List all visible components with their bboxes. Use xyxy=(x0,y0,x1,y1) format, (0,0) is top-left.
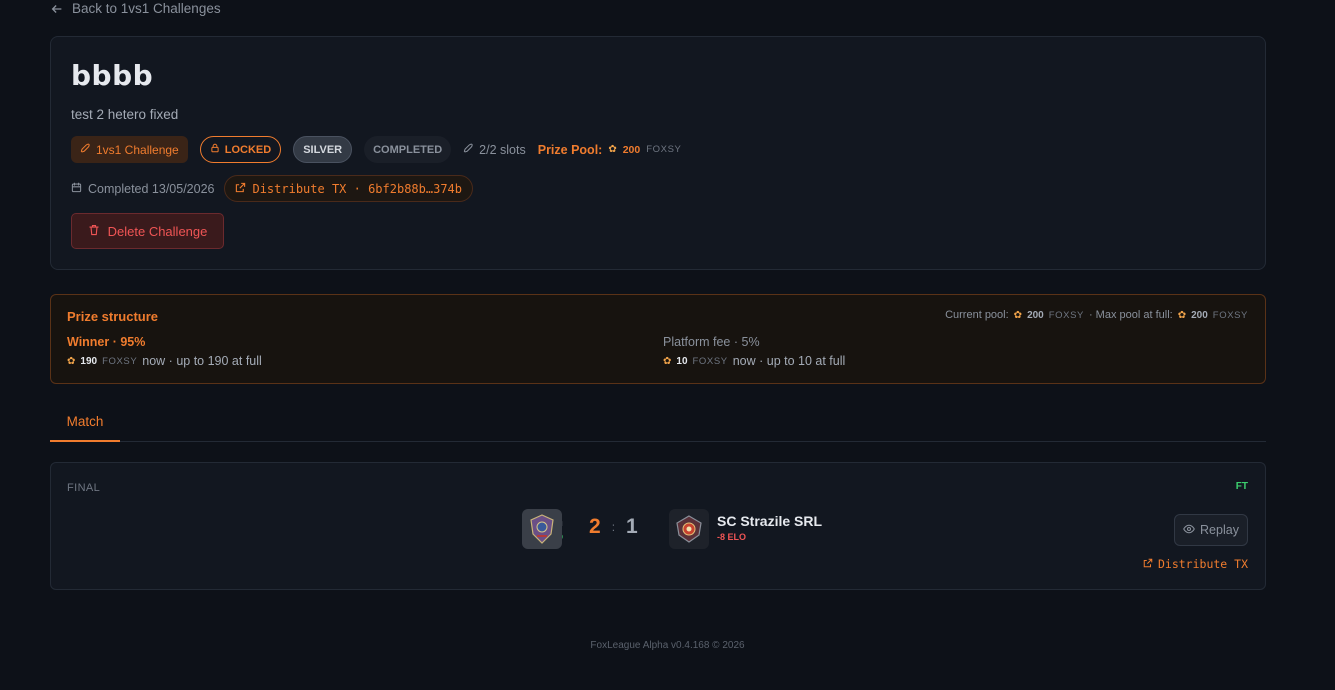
platform-fee-share: Platform fee · 5% ✿ 10 FOXSY now · up to… xyxy=(663,335,846,368)
footer: FoxLeague Alpha v0.4.168 © 2026 xyxy=(590,640,745,651)
away-team-name: SC Strazile SRL xyxy=(717,513,823,529)
away-team-logo xyxy=(669,509,709,549)
completed-date: Completed 13/05/2026 xyxy=(71,182,214,196)
lock-icon xyxy=(210,143,220,156)
meta-row: Completed 13/05/2026 Distribute TX · 6bf… xyxy=(71,175,473,202)
external-link-icon xyxy=(1143,557,1153,571)
home-team-logo xyxy=(522,509,562,549)
match-status: FT xyxy=(1235,481,1248,492)
rocket-icon xyxy=(80,143,91,157)
challenge-type-badge: 1vs1 Challenge xyxy=(71,136,188,163)
tab-bar: Match xyxy=(50,403,1266,442)
away-score: 1 xyxy=(626,515,638,538)
coin-icon: ✿ xyxy=(1013,309,1023,321)
back-link[interactable]: Back to 1vs1 Challenges xyxy=(50,1,221,16)
delete-challenge-button[interactable]: Delete Challenge xyxy=(71,213,224,249)
page-title: bbbb xyxy=(71,59,154,92)
status-badge-locked: LOCKED xyxy=(199,136,282,163)
prize-structure-panel: Prize structure Current pool: ✿ 200 FOXS… xyxy=(50,294,1266,384)
eye-icon xyxy=(1183,523,1195,538)
coin-icon: ✿ xyxy=(1177,309,1187,321)
match-stage: FINAL xyxy=(67,482,101,494)
match-distribute-tx-link[interactable]: Distribute TX xyxy=(1143,557,1248,571)
badge-row: 1vs1 Challenge LOCKED SILVER COMPLETED 2… xyxy=(71,136,681,163)
pool-summary: Current pool: ✿ 200 FOXSY · Max pool at … xyxy=(945,309,1248,321)
rocket-icon xyxy=(463,143,474,157)
calendar-icon xyxy=(71,182,82,196)
away-elo-change: -8 ELO xyxy=(717,532,747,542)
back-link-label: Back to 1vs1 Challenges xyxy=(72,1,221,16)
trash-icon xyxy=(88,224,100,239)
arrow-left-icon xyxy=(51,4,62,13)
prize-pool: Prize Pool: ✿ 200 FOXSY xyxy=(537,142,682,157)
winner-share: Winner · 95% ✿ 190 FOXSY now · up to 190… xyxy=(67,335,262,368)
challenge-card: bbbb test 2 hetero fixed 1vs1 Challenge … xyxy=(50,36,1266,270)
replay-button[interactable]: Replay xyxy=(1174,514,1248,546)
coin-icon: ✿ xyxy=(67,355,76,367)
away-team: SC Strazile SRL -8 ELO xyxy=(717,513,822,542)
coin-icon: ✿ xyxy=(663,355,672,367)
scoreboard: 2 : 1 xyxy=(589,515,638,539)
external-link-icon xyxy=(235,182,246,196)
tier-badge: SILVER xyxy=(293,136,353,163)
prize-structure-title: Prize structure xyxy=(67,309,159,324)
challenge-description: test 2 hetero fixed xyxy=(71,107,179,122)
state-badge: COMPLETED xyxy=(364,136,452,163)
tab-match[interactable]: Match xyxy=(50,403,120,442)
home-score: 2 xyxy=(589,515,601,538)
match-card: FINAL FT Iran +8 ELO 2 : 1 SC Strazile S… xyxy=(50,462,1266,590)
score-separator: : xyxy=(611,520,616,534)
slots-indicator: 2/2 slots xyxy=(463,143,526,157)
coin-icon: ✿ xyxy=(608,144,617,155)
distribute-tx-link[interactable]: Distribute TX · 6bf2b88b…374b xyxy=(224,175,473,202)
